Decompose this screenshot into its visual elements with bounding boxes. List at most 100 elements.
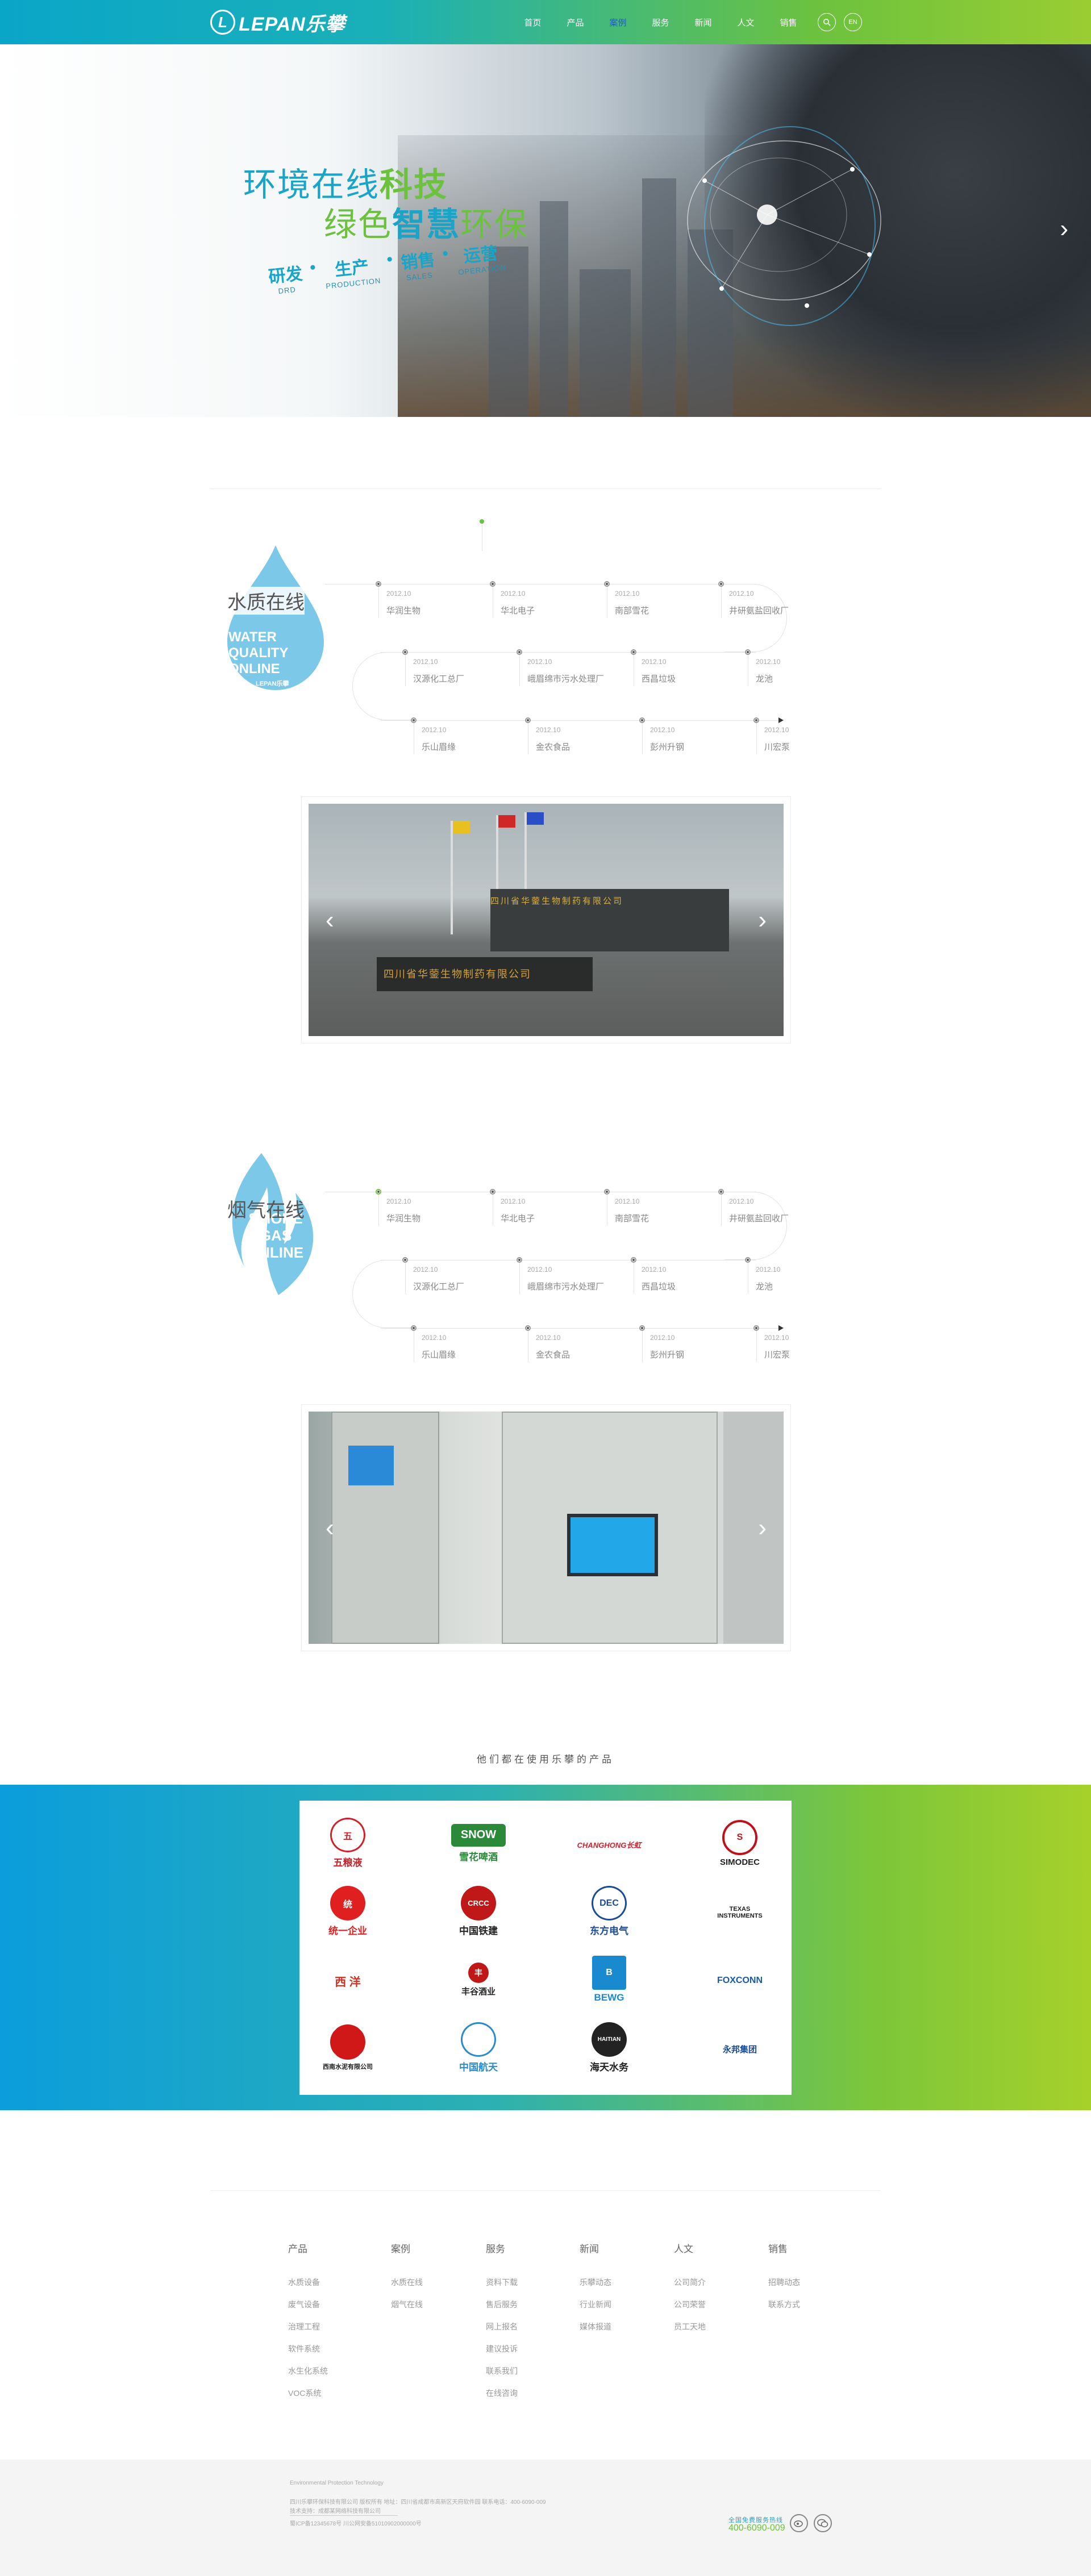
footer-link[interactable]: 售后服务	[486, 2299, 518, 2321]
nav-home[interactable]: 首页	[511, 16, 554, 28]
client-logo[interactable]: HAITIAN 海天水务	[567, 2022, 652, 2073]
client-logo[interactable]: 西南水泥有限公司	[305, 2022, 390, 2073]
water-case-slider: 四川省华蓥生物制药有限公司 四川省华蓥生物制药有限公司 ‹ ›	[301, 796, 791, 1043]
timeline-row-line	[381, 652, 756, 653]
flag	[527, 812, 544, 825]
footer-col-heading: 新闻	[580, 2244, 599, 2254]
nav-cases[interactable]: 案例	[597, 16, 639, 28]
logo[interactable]: L LEPAN乐攀	[210, 8, 345, 36]
factory-gate-sign: 四川省华蓥生物制药有限公司	[377, 957, 593, 991]
language-toggle[interactable]: EN	[844, 13, 862, 31]
client-logo[interactable]: SNOW 雪花啤酒	[436, 1818, 521, 1869]
cabinet-screen	[348, 1446, 394, 1485]
footer-support-line: 技术支持：成都某网络科技有限公司	[290, 2508, 381, 2515]
client-logo[interactable]: CHANGHONG长虹	[567, 1818, 652, 1869]
client-logo[interactable]: DEC 东方电气	[567, 1886, 652, 1937]
footer-divider	[290, 2515, 398, 2516]
footer-col-products: 产品 水质设备 废气设备 治理工程 软件系统 水生化系统 VOC系统	[288, 2241, 328, 2410]
footer-tagline: Environmental Protection Technology	[290, 2480, 384, 2486]
flagpole	[451, 821, 453, 934]
hero-tag: 生产 PRODUCTION	[325, 257, 382, 291]
footer-link[interactable]: 水生化系统	[288, 2365, 328, 2387]
client-logo[interactable]: CRCC 中国铁建	[436, 1886, 521, 1937]
equipment-cabinet	[723, 1412, 784, 1644]
footer-link[interactable]: 联系我们	[486, 2365, 518, 2387]
footer-link[interactable]: 行业新闻	[580, 2299, 611, 2321]
footer-link[interactable]: 水质在线	[391, 2277, 423, 2299]
footer-link[interactable]: 水质设备	[288, 2277, 328, 2299]
footer-link[interactable]: 联系方式	[768, 2299, 800, 2321]
footer-icp-line: 蜀ICP备12345678号 川公网安备51010902000000号	[290, 2521, 422, 2527]
client-logo[interactable]: 五 五粮液	[305, 1818, 390, 1869]
footer-link[interactable]: 公司荣誉	[674, 2299, 706, 2321]
timeline-start-dot	[480, 519, 484, 524]
client-logo[interactable]: 丰 丰谷酒业	[436, 1954, 521, 2005]
hero-next-arrow-icon[interactable]: ›	[1060, 215, 1068, 243]
footer-col-heading: 销售	[768, 2244, 788, 2254]
client-logo[interactable]: 中国航天	[436, 2022, 521, 2073]
hero-tag: 销售 SALES	[400, 250, 436, 282]
client-logo[interactable]: 统 统一企业	[305, 1886, 390, 1937]
slider-prev-icon[interactable]: ‹	[326, 1514, 334, 1542]
client-logo[interactable]: S SIMODEC	[697, 1818, 782, 1869]
footer-col-heading: 产品	[288, 2244, 307, 2254]
client-logo[interactable]: 永邦集团	[697, 2022, 782, 2073]
nav-service[interactable]: 服务	[639, 16, 682, 28]
hero-network-graphic	[687, 126, 881, 326]
footer-link[interactable]: 公司简介	[674, 2277, 706, 2299]
weibo-icon[interactable]	[790, 2514, 808, 2532]
wechat-icon[interactable]	[814, 2514, 832, 2532]
footer-link[interactable]: 在线咨询	[486, 2387, 518, 2410]
smoke-case-slider: ‹ ›	[301, 1404, 791, 1651]
main-nav: 首页 产品 案例 服务 新闻 人文 销售 EN	[511, 0, 862, 44]
separator-dot: •	[441, 244, 449, 264]
footer-col-culture: 人文 公司简介 公司荣誉 员工天地	[674, 2241, 706, 2343]
footer-link[interactable]: 烟气在线	[391, 2299, 423, 2321]
case-photo-cabinets: ‹ ›	[309, 1412, 784, 1644]
case-photo-factory: 四川省华蓥生物制药有限公司 四川省华蓥生物制药有限公司 ‹ ›	[309, 804, 784, 1036]
hero-building	[580, 269, 631, 417]
nav-culture[interactable]: 人文	[724, 16, 767, 28]
factory-sign: 四川省华蓥生物制药有限公司	[490, 896, 624, 906]
footer-company-line: 四川乐攀环保科技有限公司 版权所有 地址：四川省成都市高新区天府软件园 联系电话…	[290, 2499, 546, 2506]
nav-products[interactable]: 产品	[554, 16, 597, 28]
footer-col-sales: 销售 招聘动态 联系方式	[768, 2241, 800, 2321]
footer-link[interactable]: 资料下载	[486, 2277, 518, 2299]
footer-link[interactable]: 招聘动态	[768, 2277, 800, 2299]
clients-title: 他们都在使用乐攀的产品	[477, 1754, 614, 1765]
hotline-number: 400-6090-009	[728, 2523, 785, 2533]
footer-link[interactable]: 媒体报道	[580, 2321, 611, 2343]
footer-link[interactable]: 治理工程	[288, 2321, 328, 2343]
footer-link[interactable]: 网上报名	[486, 2321, 518, 2343]
water-quality-badge: WATER QUALITY ONLINE LEPAN乐攀	[222, 545, 330, 693]
search-icon[interactable]	[818, 13, 836, 31]
footer-col-heading: 服务	[486, 2244, 505, 2254]
client-logo[interactable]: FOXCONN	[697, 1954, 782, 2005]
footer-col-news: 新闻 乐攀动态 行业新闻 媒体报道	[580, 2241, 611, 2343]
footer-link[interactable]: 乐攀动态	[580, 2277, 611, 2299]
smoke-gas-title: 烟气在线	[227, 1200, 305, 1221]
separator-dot: •	[385, 249, 394, 269]
footer-link[interactable]: 软件系统	[288, 2343, 328, 2365]
flag	[453, 821, 470, 833]
nav-news[interactable]: 新闻	[682, 16, 724, 28]
smoke-gas-badge: SMOKE GAS ONLINE	[222, 1153, 330, 1301]
nav-sales[interactable]: 销售	[767, 16, 810, 28]
footer-link[interactable]: VOC系统	[288, 2387, 328, 2410]
slider-prev-icon[interactable]: ‹	[326, 906, 334, 934]
client-logo[interactable]: B BEWG	[567, 1954, 652, 2005]
footer-link[interactable]: 建议投诉	[486, 2343, 518, 2365]
client-logo[interactable]: 西 洋	[305, 1954, 390, 2005]
slider-next-icon[interactable]: ›	[758, 906, 767, 934]
slider-next-icon[interactable]: ›	[758, 1514, 767, 1542]
water-quality-title: 水质在线	[227, 587, 305, 615]
footer-link[interactable]: 废气设备	[288, 2299, 328, 2321]
timeline-end-arrow-icon	[778, 717, 784, 723]
site-header: L LEPAN乐攀 首页 产品 案例 服务 新闻 人文 销售 EN	[0, 0, 1091, 44]
client-logo[interactable]: TEXAS INSTRUMENTS	[697, 1886, 782, 1937]
hero-building	[540, 201, 568, 417]
footer-bottom: Environmental Protection Technology 四川乐攀…	[0, 2460, 1091, 2576]
timeline-end-arrow-icon	[778, 1325, 784, 1331]
footer-link[interactable]: 员工天地	[674, 2321, 706, 2343]
hero-tag: 运营 OPERATION	[457, 244, 507, 277]
